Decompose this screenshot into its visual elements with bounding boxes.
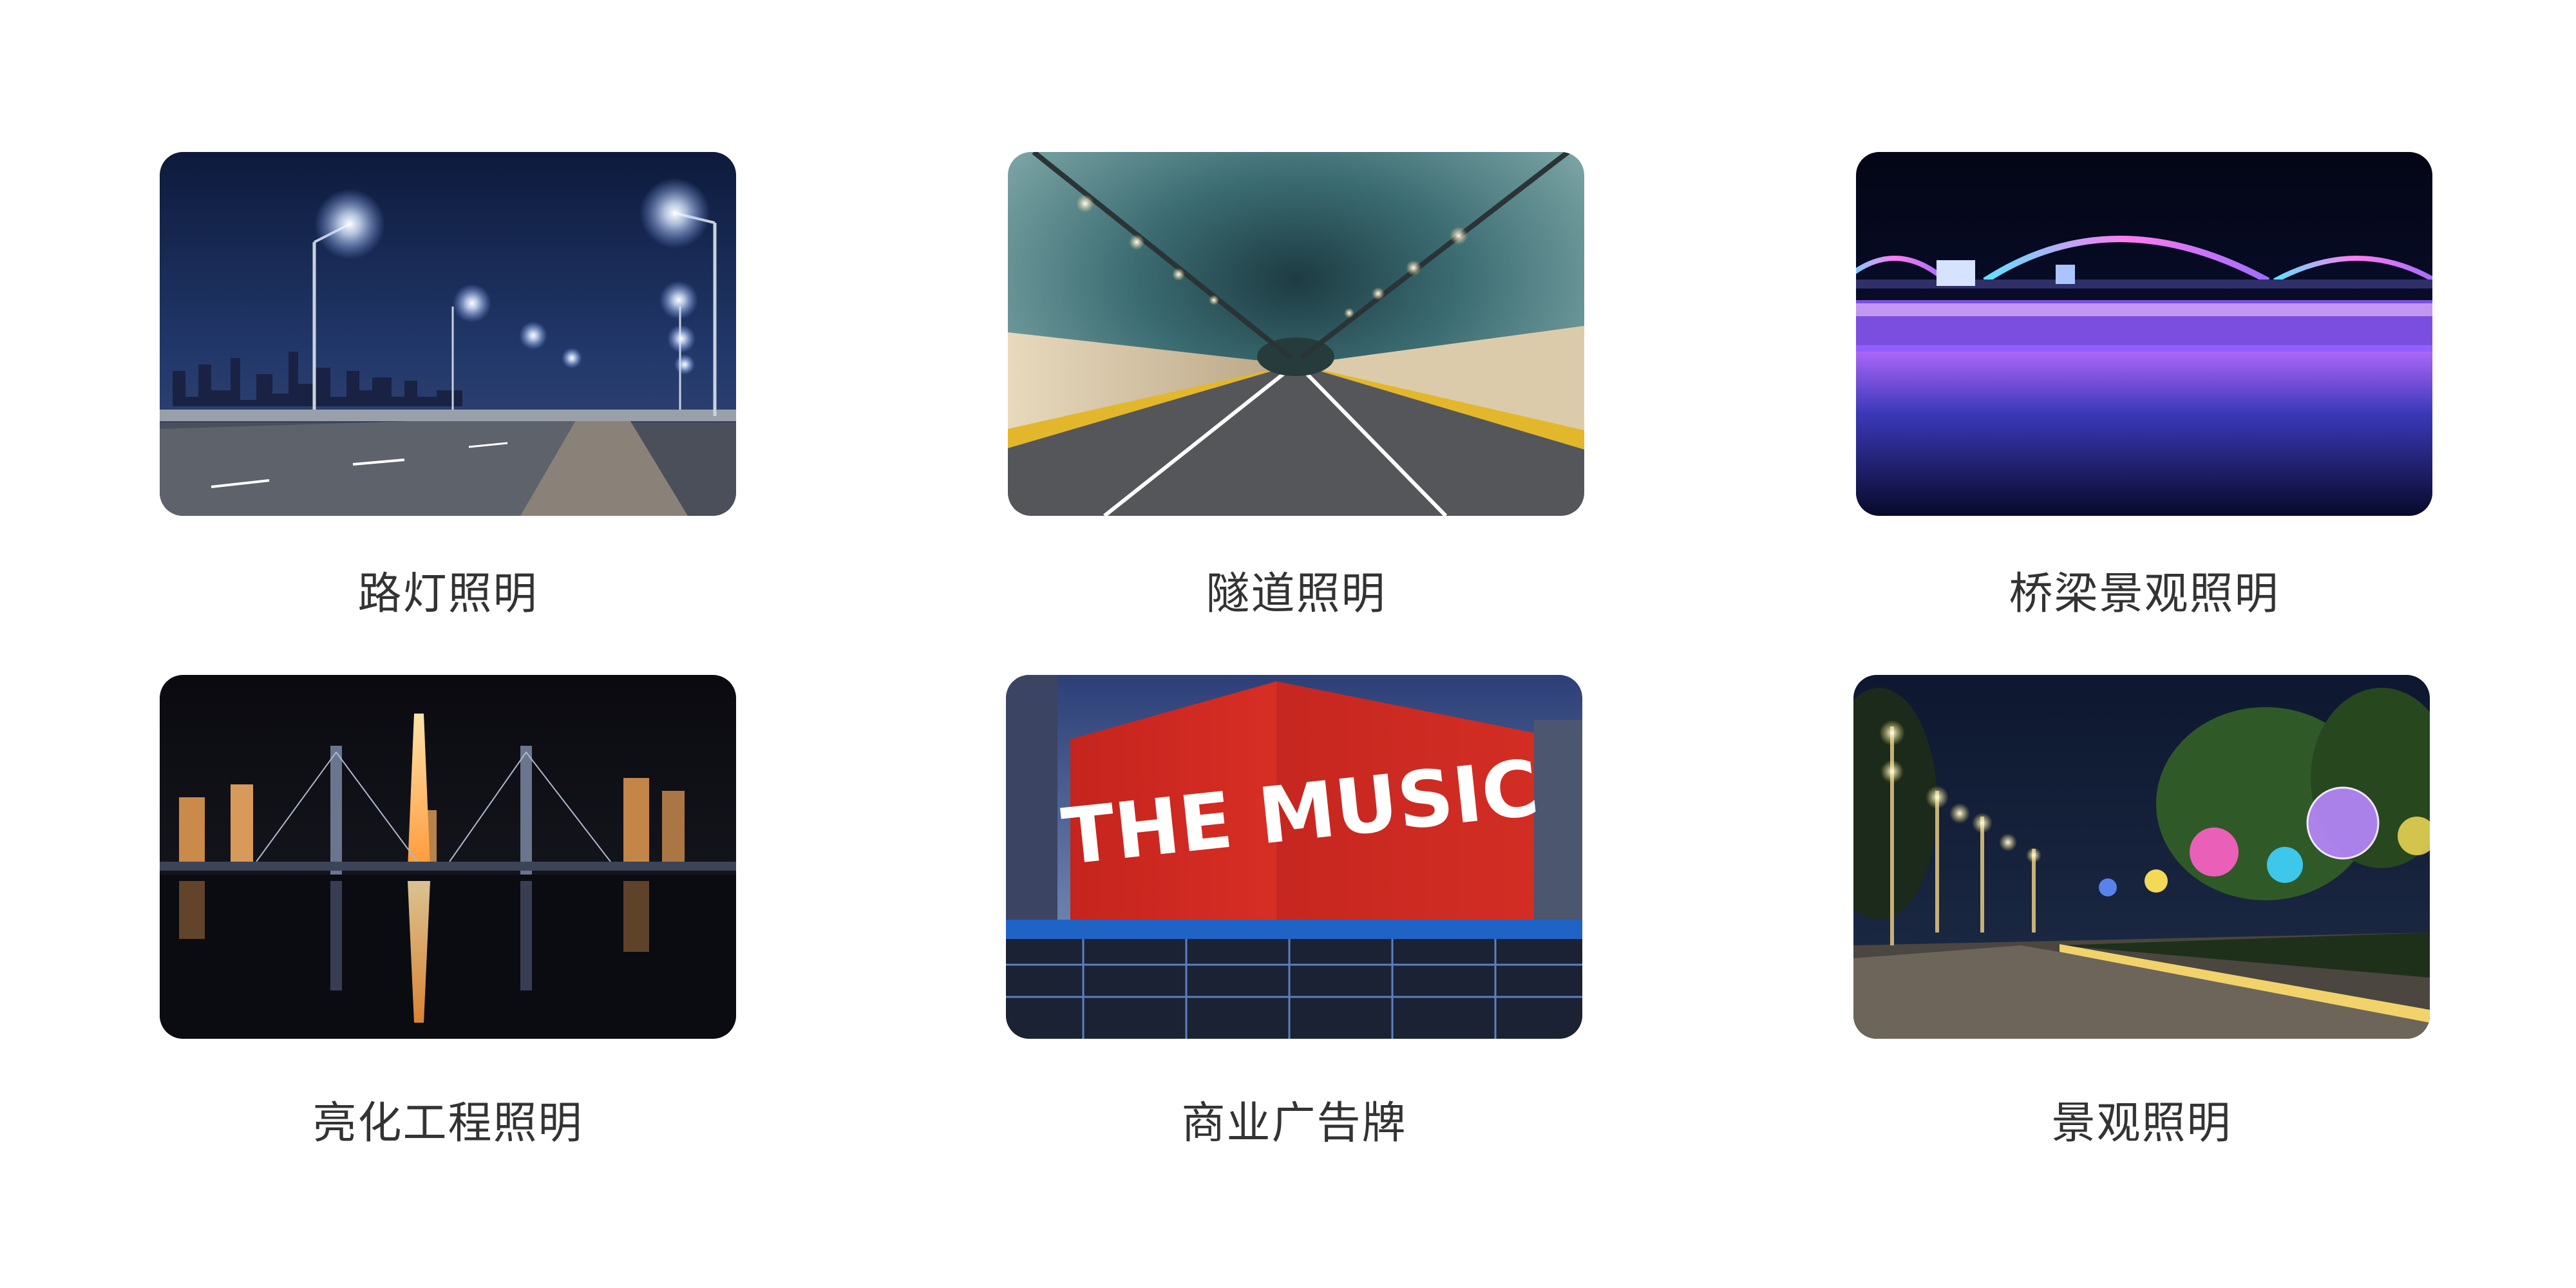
bridge-lighting-image[interactable] bbox=[1856, 152, 2432, 516]
tunnel-lighting-image[interactable] bbox=[1008, 152, 1584, 516]
caption-landscape-lighting: 景观照明 bbox=[2051, 1098, 2232, 1149]
commercial-billboard-image[interactable]: THE MUSIC bbox=[1006, 675, 1582, 1039]
lighting-category-grid: 路灯照明 隧道照明 桥梁景观照明 亮化工程照明 THE MUSIC 商业广告牌 … bbox=[0, 0, 2576, 1288]
category-card-landscape-lighting[interactable]: 景观照明 bbox=[1853, 675, 2430, 1149]
category-card-street-lighting[interactable]: 路灯照明 bbox=[160, 152, 736, 620]
brightening-project-image[interactable] bbox=[160, 675, 736, 1039]
category-card-commercial-billboard[interactable]: THE MUSIC 商业广告牌 bbox=[1006, 675, 1582, 1149]
category-card-tunnel-lighting[interactable]: 隧道照明 bbox=[1008, 152, 1584, 620]
caption-tunnel-lighting: 隧道照明 bbox=[1206, 569, 1387, 620]
caption-commercial-billboard: 商业广告牌 bbox=[1181, 1098, 1407, 1149]
category-card-bridge-lighting[interactable]: 桥梁景观照明 bbox=[1856, 152, 2432, 620]
caption-bridge-lighting: 桥梁景观照明 bbox=[2009, 569, 2280, 620]
landscape-lighting-image[interactable] bbox=[1853, 675, 2430, 1039]
street-lighting-image[interactable] bbox=[160, 152, 736, 516]
caption-brightening-project: 亮化工程照明 bbox=[312, 1098, 583, 1149]
category-card-brightening-project[interactable]: 亮化工程照明 bbox=[160, 675, 736, 1149]
caption-street-lighting: 路灯照明 bbox=[357, 569, 538, 620]
